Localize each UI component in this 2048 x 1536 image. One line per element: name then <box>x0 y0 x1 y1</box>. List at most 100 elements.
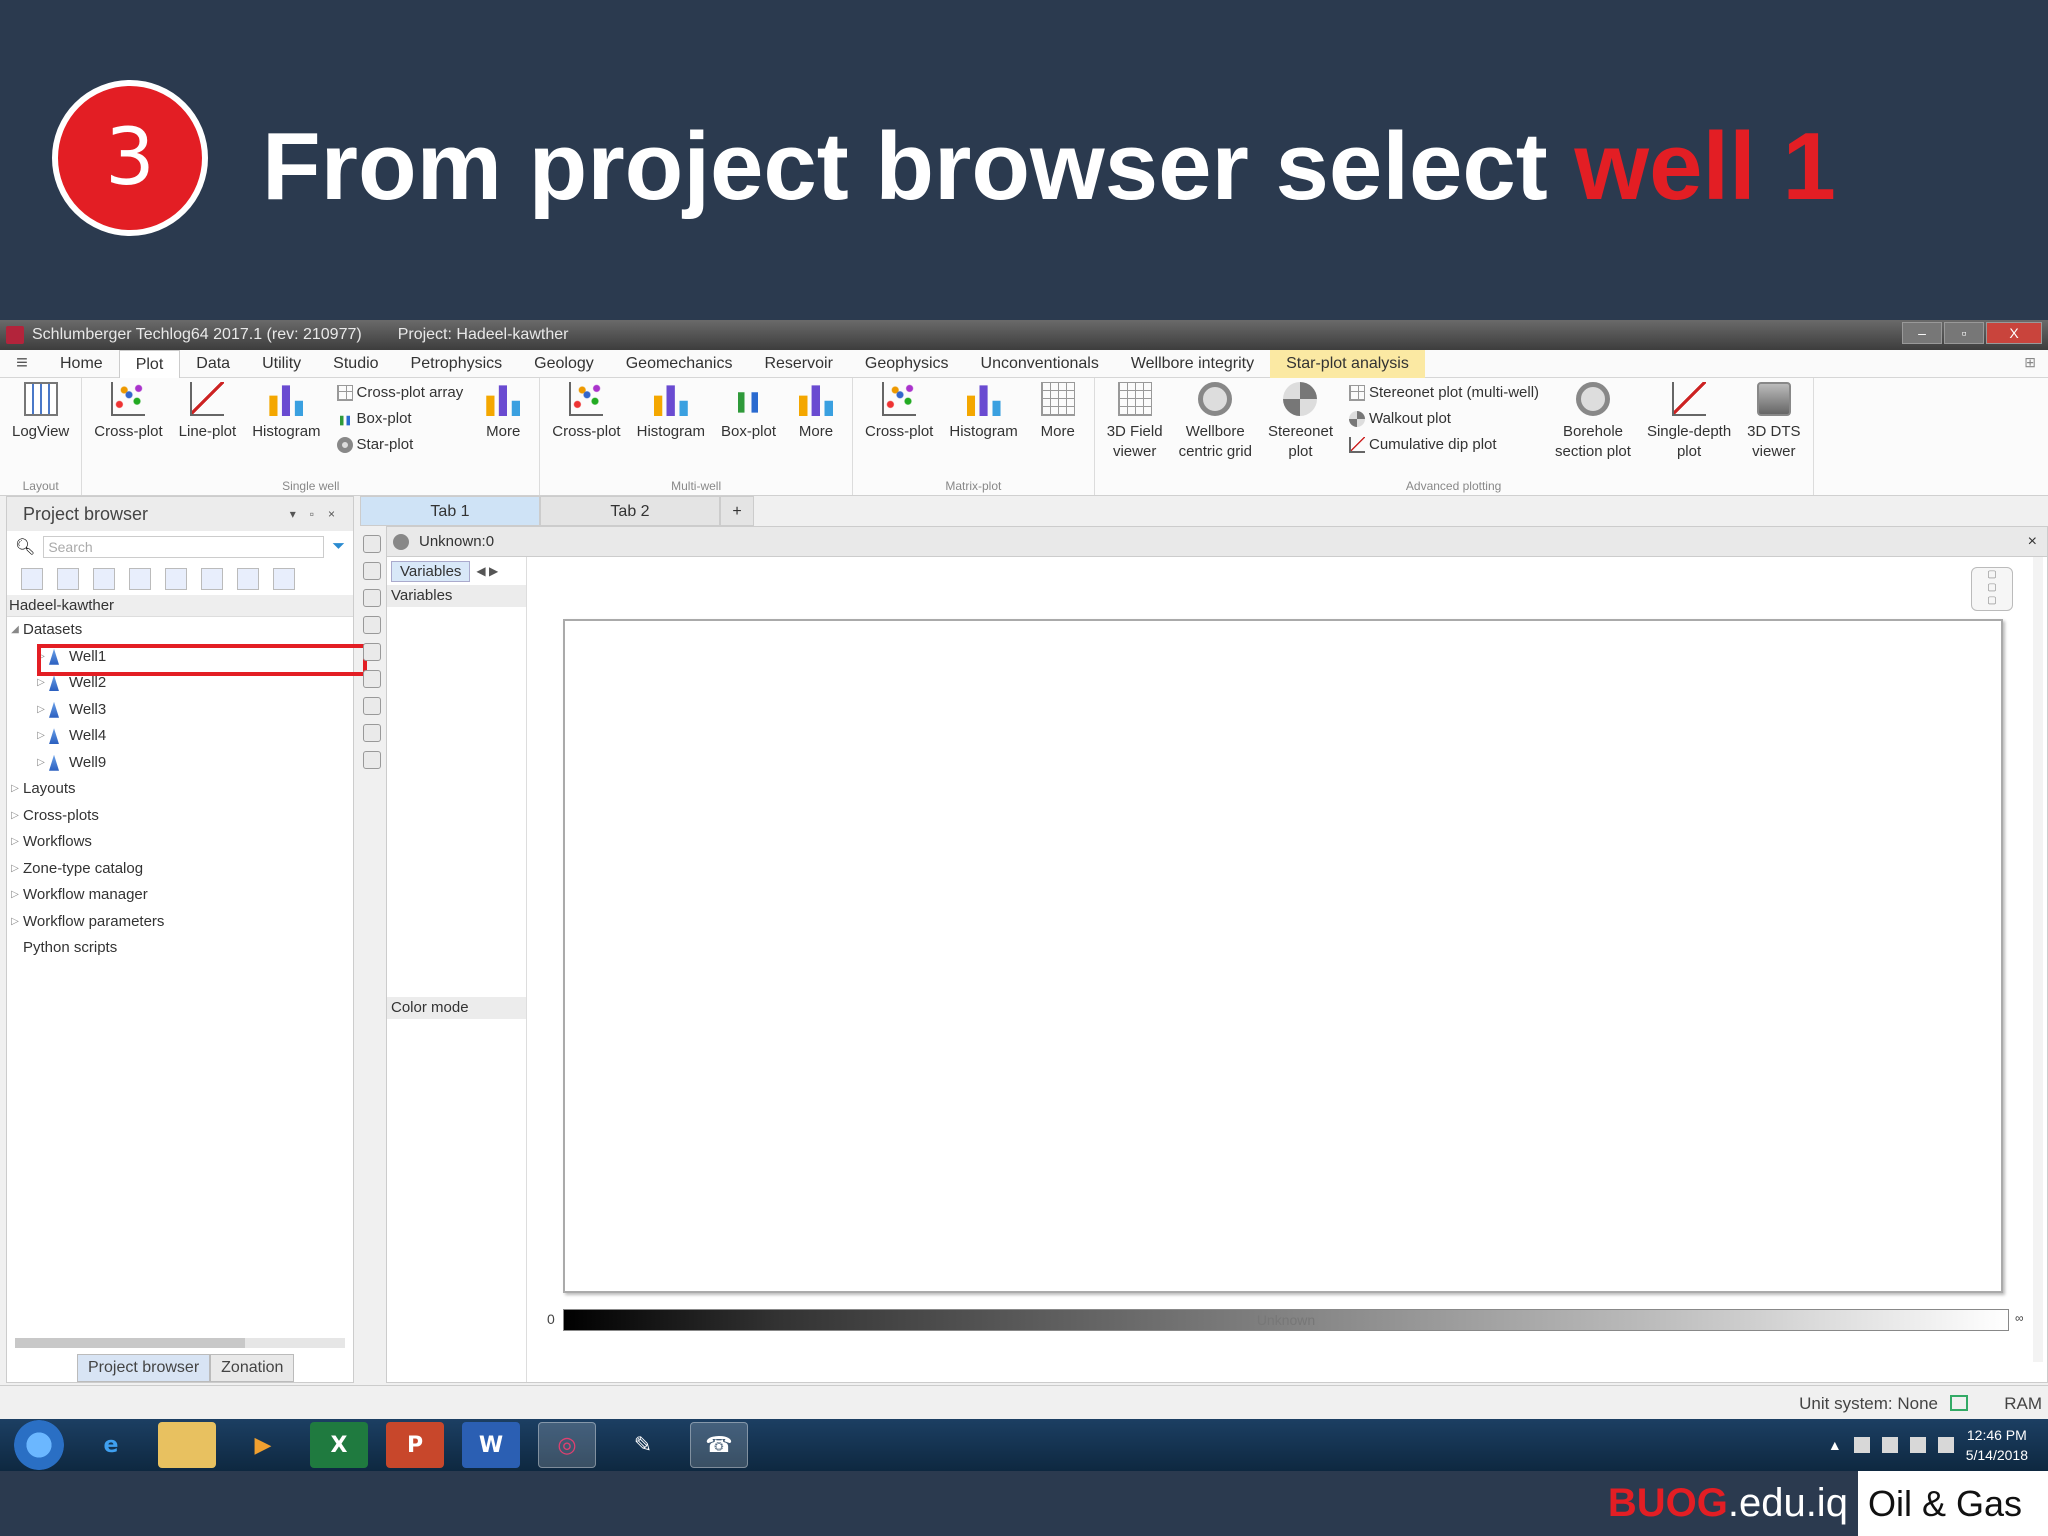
zoom-tool-icon[interactable] <box>363 616 381 634</box>
close-button[interactable]: X <box>1986 322 2042 344</box>
mw-histogram-button[interactable]: Histogram <box>629 382 713 477</box>
field-viewer-button[interactable]: 3D Field viewer <box>1099 382 1171 477</box>
tree-node-workflow-parameters[interactable]: ▷ Workflow parameters <box>7 909 353 936</box>
tab-reservoir[interactable]: Reservoir <box>748 350 848 378</box>
menu-icon[interactable]: ≡ <box>0 352 44 375</box>
mp-more-button[interactable]: More <box>1026 382 1090 477</box>
taskbar-powerpoint-icon[interactable]: P <box>386 1422 444 1468</box>
tab-geology[interactable]: Geology <box>518 350 610 378</box>
scroll-thumb[interactable] <box>15 1338 245 1348</box>
tab-scroll-arrows[interactable]: ◀ ▶ <box>476 564 498 578</box>
tab-geomechanics[interactable]: Geomechanics <box>610 350 749 378</box>
start-button[interactable] <box>14 1420 64 1470</box>
plot-icon[interactable] <box>165 568 187 590</box>
taskbar-explorer-icon[interactable] <box>158 1422 216 1468</box>
horizontal-scrollbar[interactable] <box>15 1338 345 1348</box>
tree-node-well2[interactable]: ▷ Well2 <box>7 670 353 697</box>
stereonet-multi-button[interactable]: Stereonet plot (multi-well) <box>1348 382 1539 404</box>
tab-geophysics[interactable]: Geophysics <box>849 350 965 378</box>
power-icon[interactable] <box>1881 1437 1898 1453</box>
unit-system-icon[interactable] <box>1950 1395 1968 1411</box>
mw-crossplot-button[interactable]: Cross-plot <box>544 382 628 477</box>
taskbar-techlog-icon[interactable]: ◎ <box>538 1422 596 1468</box>
pan-tool-icon[interactable] <box>363 643 381 661</box>
tree-node-cross-plots[interactable]: ▷ Cross-plots <box>7 803 353 830</box>
vertical-scrollbar[interactable] <box>2033 557 2043 1362</box>
walkout-button[interactable]: Walkout plot <box>1348 408 1539 430</box>
sw-crossplot-button[interactable]: Cross-plot <box>86 382 170 477</box>
tree-node-layouts[interactable]: ▷ Layouts <box>7 776 353 803</box>
wellbore-grid-button[interactable]: Wellbore centric grid <box>1171 382 1260 477</box>
tree-node-well3[interactable]: ▷ Well3 <box>7 697 353 724</box>
tree-node-workflows[interactable]: ▷ Workflows <box>7 829 353 856</box>
plot-canvas[interactable]: ▢ ▢ ▢ 0 Unknown ∞ <box>527 557 2047 1382</box>
tab-wellbore-integrity[interactable]: Wellbore integrity <box>1115 350 1270 378</box>
sw-lineplot-button[interactable]: Line-plot <box>171 382 245 477</box>
tree-node-python-scripts[interactable]: Python scripts <box>7 935 353 962</box>
search-input[interactable]: Search <box>43 536 325 558</box>
taskbar-ie-icon[interactable]: e <box>82 1422 140 1468</box>
project-root[interactable]: Hadeel-kawther <box>7 595 353 617</box>
expand-icon[interactable]: ▷ <box>33 644 49 671</box>
taskbar-network-icon[interactable]: ☎ <box>690 1422 748 1468</box>
fit-all-icon[interactable] <box>363 751 381 769</box>
expand-icon[interactable]: ▷ <box>7 909 23 936</box>
maximize-button[interactable]: ▫ <box>1944 322 1984 344</box>
taskbar-excel-icon[interactable]: X <box>310 1422 368 1468</box>
globe-icon[interactable] <box>129 568 151 590</box>
expand-icon[interactable]: ▷ <box>33 723 49 750</box>
dts-viewer-button[interactable]: 3D DTS viewer <box>1739 382 1808 477</box>
taskbar-word-icon[interactable]: W <box>462 1422 520 1468</box>
tab-utility[interactable]: Utility <box>246 350 317 378</box>
colorbar[interactable]: Unknown <box>563 1309 2009 1331</box>
expand-icon[interactable]: ▷ <box>7 803 23 830</box>
tree-node-well9[interactable]: ▷ Well9 <box>7 750 353 777</box>
cumulative-dip-button[interactable]: Cumulative dip plot <box>1348 434 1539 456</box>
mp-crossplot-button[interactable]: Cross-plot <box>857 382 941 477</box>
tree-node-workflow-manager[interactable]: ▷ Workflow manager <box>7 882 353 909</box>
well-icon[interactable] <box>57 568 79 590</box>
delete-icon[interactable] <box>273 568 295 590</box>
tree-node-datasets[interactable]: ◢ Datasets <box>7 617 353 644</box>
tab-studio[interactable]: Studio <box>317 350 394 378</box>
fit-horizontal-icon[interactable] <box>363 724 381 742</box>
taskbar-paint-icon[interactable]: ✎ <box>614 1422 672 1468</box>
zoom-control[interactable]: ▢ ▢ ▢ <box>1971 567 2013 611</box>
doc-tab-1[interactable]: Tab 1 <box>360 496 540 526</box>
flag-icon[interactable] <box>1853 1437 1870 1453</box>
boxplot-button[interactable]: Box-plot <box>336 408 464 430</box>
settings-tool-icon[interactable] <box>363 562 381 580</box>
tray-expand-icon[interactable]: ▲ <box>1828 1437 1842 1453</box>
logview-button[interactable]: LogView <box>4 382 77 477</box>
borehole-section-button[interactable]: Borehole section plot <box>1547 382 1639 477</box>
paint-tool-icon[interactable] <box>363 589 381 607</box>
add-tab-button[interactable]: + <box>720 496 754 526</box>
tab-unconventionals[interactable]: Unconventionals <box>965 350 1115 378</box>
single-depth-button[interactable]: Single-depth plot <box>1639 382 1739 477</box>
variables-tab[interactable]: Variables <box>391 560 471 582</box>
volume-icon[interactable] <box>1937 1437 1954 1453</box>
tab-star-plot-analysis[interactable]: Star-plot analysis <box>1270 349 1425 378</box>
crossplot-array-button[interactable]: Cross-plot array <box>336 382 463 404</box>
fit-vertical-icon[interactable] <box>363 697 381 715</box>
minimize-button[interactable]: – <box>1902 322 1942 344</box>
sw-histogram-button[interactable]: Histogram <box>244 382 328 477</box>
tab-plot[interactable]: Plot <box>118 349 181 378</box>
filter-icon[interactable]: ⏷ <box>332 538 345 556</box>
close-plot-icon[interactable]: × <box>2028 533 2037 551</box>
tab-zonation[interactable]: Zonation <box>210 1354 295 1382</box>
transfer-icon[interactable] <box>237 568 259 590</box>
expand-icon[interactable]: ▷ <box>33 697 49 724</box>
tab-petrophysics[interactable]: Petrophysics <box>395 350 519 378</box>
mw-boxplot-button[interactable]: Box-plot <box>713 382 784 477</box>
stereonet-button[interactable]: Stereonet plot <box>1260 382 1341 477</box>
tree-node-zone-type-catalog[interactable]: ▷ Zone-type catalog <box>7 856 353 883</box>
tab-data[interactable]: Data <box>180 350 246 378</box>
sw-more-button[interactable]: More <box>471 382 535 477</box>
expand-icon[interactable]: ▷ <box>7 882 23 909</box>
expand-icon[interactable]: ▷ <box>7 856 23 883</box>
taskbar-media-player-icon[interactable]: ▶ <box>234 1422 292 1468</box>
mw-more-button[interactable]: More <box>784 382 848 477</box>
expand-icon[interactable]: ▷ <box>7 829 23 856</box>
comment-tool-icon[interactable] <box>363 670 381 688</box>
